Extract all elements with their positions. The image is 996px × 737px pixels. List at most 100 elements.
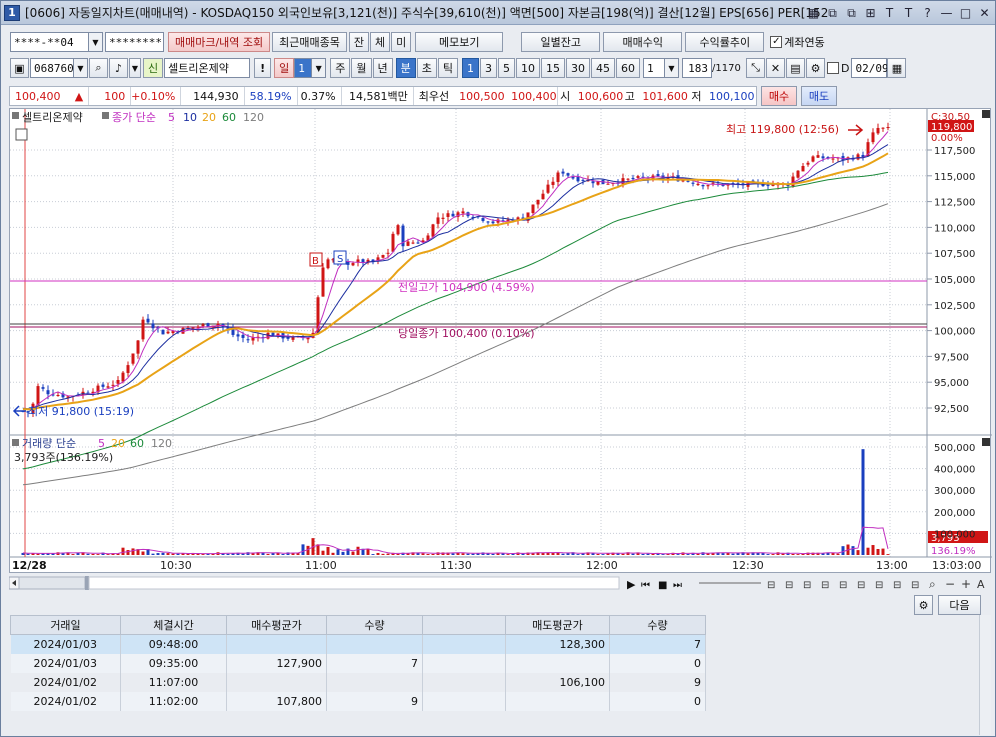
d-checkbox[interactable] [827, 62, 839, 74]
sell-button[interactable]: 매도 [801, 86, 837, 106]
period-year-button[interactable]: 년 [372, 58, 393, 78]
chart-scrollbar[interactable]: ▶ ⏮ ■ ⏭ ⊟ ⊟ ⊟ ⊟ ⊟ ⊟ ⊟ ⊟ ⊟ ⌕ − + A [8, 575, 991, 591]
date-input[interactable]: 02/09 [851, 58, 889, 78]
chart-area[interactable]: 전일고가 104,900 (4.59%) 당일종가 100,400 (0.10%… [9, 108, 992, 574]
count-input[interactable]: 183 [682, 58, 712, 78]
tool-icon-1[interactable]: ⊟ [767, 580, 775, 591]
table-row[interactable]: 2024/01/02 11:02:00 107,800 9 0 [10, 691, 706, 711]
memo-button[interactable]: 메모보기 [415, 32, 504, 52]
chart-grid-icon[interactable] [15, 128, 28, 141]
tool-icon-4[interactable]: ⊟ [821, 580, 829, 591]
search-icon[interactable]: ⌕ [89, 58, 108, 78]
tool-icon-7[interactable]: ⊟ [875, 580, 883, 591]
col-trade-date[interactable]: 거래일 [10, 615, 121, 635]
minimize-icon[interactable]: — [938, 5, 955, 21]
code-dropdown-icon[interactable]: ▼ [74, 58, 88, 78]
unit-tick-button[interactable]: 틱 [437, 58, 458, 78]
pin-icon[interactable]: ⊞ [862, 5, 879, 21]
minute-60-button[interactable]: 60 [616, 58, 640, 78]
account-dropdown-icon[interactable]: ▼ [89, 32, 103, 52]
balance-button[interactable]: 잔 [348, 32, 370, 52]
save-icon[interactable]: ▤ [786, 58, 805, 78]
account-link-checkbox[interactable]: ✓ [770, 36, 783, 48]
list-icon[interactable]: ▣ [10, 58, 29, 78]
scroll-track-right[interactable] [88, 576, 620, 590]
daily-balance-button[interactable]: 일별잔고 [521, 32, 601, 52]
col-sell-qty[interactable]: 수량 [609, 615, 706, 635]
window-link-icon[interactable]: ⧉ [843, 5, 860, 21]
table-row[interactable]: 2024/01/03 09:48:00 128,300 7 [10, 634, 706, 654]
buy-button[interactable]: 매수 [761, 86, 797, 106]
tool-icon-3[interactable]: ⊟ [803, 580, 811, 591]
window-copy-icon[interactable]: ⧉ [824, 5, 841, 21]
period-week-button[interactable]: 주 [330, 58, 351, 78]
zoom-tool-icon[interactable]: ⤡ [746, 58, 765, 78]
trade-profit-button[interactable]: 매매수익 [603, 32, 683, 52]
unit-minute-button[interactable]: 분 [395, 58, 416, 78]
table-row[interactable]: 2024/01/02 11:07:00 106,100 9 [10, 672, 706, 692]
gear-icon[interactable]: ⚙ [806, 58, 825, 78]
account-input[interactable]: ****-**04 [10, 32, 89, 52]
table-scrollbar[interactable] [979, 615, 991, 735]
col-time[interactable]: 체결시간 [120, 615, 227, 635]
rewind-icon[interactable]: ⏮ [641, 580, 650, 591]
sound-icon[interactable]: ♪ [109, 58, 128, 78]
period-day-button[interactable]: 일 [274, 58, 295, 78]
filled-button[interactable]: 체 [370, 32, 391, 52]
zoom-in-icon[interactable]: + [961, 577, 971, 591]
zoom-out-icon[interactable]: − [945, 577, 955, 591]
stop-icon[interactable]: ■ [658, 580, 667, 591]
font-down-icon[interactable]: T [900, 5, 917, 21]
unit-second-button[interactable]: 초 [416, 58, 437, 78]
next-button[interactable]: 다음 [938, 595, 981, 615]
maximize-icon[interactable]: □ [957, 5, 974, 21]
tool-icon-6[interactable]: ⊟ [857, 580, 865, 591]
minute-30-button[interactable]: 30 [566, 58, 590, 78]
zoom-icon[interactable]: ⌕ [929, 577, 936, 591]
price-chart[interactable]: 전일고가 104,900 (4.59%) 당일종가 100,400 (0.10%… [10, 109, 992, 574]
playback-controls[interactable]: ▶ ⏮ ■ ⏭ ⊟ ⊟ ⊟ ⊟ ⊟ ⊟ ⊟ ⊟ ⊟ ⌕ − + A [627, 577, 985, 591]
trade-marks-button[interactable]: 매매마크/내역 조회 [168, 32, 271, 52]
period-dropdown-icon[interactable]: ▼ [312, 58, 327, 78]
stock-name-field[interactable]: 셀트리온제약 [164, 58, 251, 78]
interval-dropdown-icon[interactable]: ▼ [665, 58, 679, 78]
minute-15-button[interactable]: 15 [541, 58, 565, 78]
calendar-icon[interactable]: ▦ [887, 58, 907, 78]
minute-5-button[interactable]: 5 [498, 58, 515, 78]
forward-icon[interactable]: ⏭ [673, 580, 682, 591]
close-icon[interactable]: ✕ [976, 5, 993, 21]
minute-3-button[interactable]: 3 [480, 58, 497, 78]
scroll-thumb[interactable] [85, 576, 89, 590]
vol-pane-close-icon[interactable] [982, 438, 990, 446]
tool-icon-8[interactable]: ⊟ [893, 580, 901, 591]
sound-dropdown-icon[interactable]: ▼ [129, 58, 141, 78]
unfilled-button[interactable]: 미 [391, 32, 412, 52]
col-buy-qty[interactable]: 수량 [326, 615, 423, 635]
font-up-icon[interactable]: T [881, 5, 898, 21]
layout-icon[interactable]: ▦ [805, 5, 822, 21]
col-buy-avg[interactable]: 매수평균가 [226, 615, 327, 635]
alert-button[interactable]: ! [254, 58, 272, 78]
help-icon[interactable]: ? [919, 5, 936, 21]
period-month-button[interactable]: 월 [351, 58, 372, 78]
tool-icon-5[interactable]: ⊟ [839, 580, 847, 591]
stock-code-input[interactable]: 068760 [30, 58, 74, 78]
crosshair-icon[interactable]: ✕ [766, 58, 785, 78]
recent-trades-button[interactable]: 최근매매종목 [272, 32, 347, 52]
minute-10-button[interactable]: 10 [516, 58, 540, 78]
return-trend-button[interactable]: 수익률추이 [685, 32, 765, 52]
table-settings-gear-icon[interactable]: ⚙ [914, 595, 933, 615]
scroll-track[interactable] [18, 576, 86, 590]
col-sell-avg[interactable]: 매도평균가 [505, 615, 610, 635]
text-tool-icon[interactable]: A [977, 578, 985, 591]
tool-icon-9[interactable]: ⊟ [911, 580, 919, 591]
period-value-input[interactable]: 1 [294, 58, 313, 78]
table-row[interactable]: 2024/01/03 09:35:00 127,900 7 0 [10, 653, 706, 673]
tool-icon-2[interactable]: ⊟ [785, 580, 793, 591]
minute-45-button[interactable]: 45 [591, 58, 615, 78]
price-pane-close-icon[interactable] [982, 110, 990, 118]
minute-1-button[interactable]: 1 [462, 58, 479, 78]
play-icon[interactable]: ▶ [627, 578, 636, 591]
password-input[interactable]: ******** [105, 32, 164, 52]
interval-input[interactable]: 1 [643, 58, 665, 78]
